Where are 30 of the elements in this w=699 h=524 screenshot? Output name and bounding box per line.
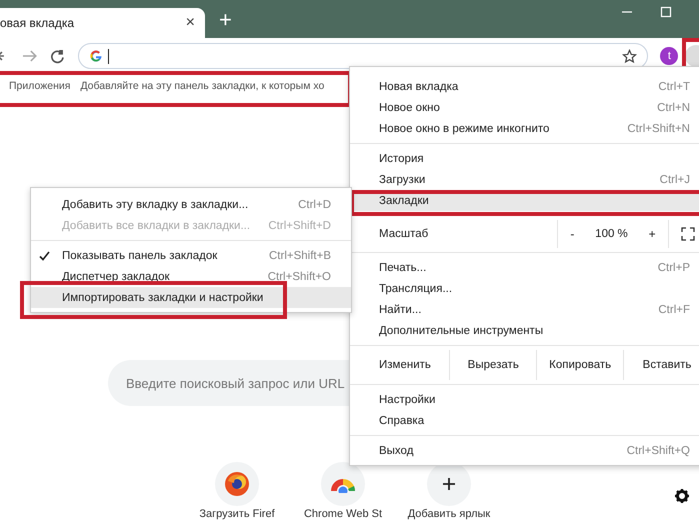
menu-item[interactable]: Выход Ctrl+Shift+Q [350, 440, 699, 461]
zoom-value: 100 % [595, 228, 628, 240]
close-icon[interactable]: × [186, 14, 195, 32]
zoom-in-button[interactable]: + [644, 227, 660, 241]
menu-item[interactable]: Справка [350, 410, 699, 431]
edit-button[interactable]: Вставить [623, 350, 699, 380]
menu-item[interactable]: Трансляция... [350, 278, 699, 299]
shortcut-label: Загрузить Firef [199, 508, 275, 520]
submenu-item[interactable]: Импортировать закладки и настройки [31, 287, 351, 308]
zoom-out-button[interactable]: - [566, 227, 578, 241]
shortcut-label: Chrome Web St [304, 508, 382, 520]
menu-item[interactable]: Найти... Ctrl+F [350, 299, 699, 320]
submenu-item[interactable]: Добавить эту вкладку в закладки... Ctrl+D [31, 194, 351, 215]
menu-item[interactable]: Новое окно в режиме инкогнито Ctrl+Shift+N [350, 118, 699, 139]
submenu-item[interactable]: Показывать панель закладок Ctrl+Shift+B [31, 245, 351, 266]
menu-item[interactable]: История [350, 148, 699, 169]
shortcut-label: Добавить ярлык [408, 508, 490, 520]
profile-avatar[interactable]: t [660, 47, 678, 65]
bookmark-bar-text[interactable]: Приложения [9, 80, 70, 92]
new-tab-button[interactable]: + [219, 8, 232, 32]
menu-item[interactable]: Дополнительные инструменты [350, 320, 699, 341]
bookmark-bar-text: Добавляйте на эту панель закладки, к которым хо [80, 80, 324, 92]
menu-item[interactable]: Новая вкладка Ctrl+T [350, 76, 699, 97]
edit-button[interactable]: Копировать [536, 350, 624, 380]
menu-item[interactable]: Загрузки Ctrl+J [350, 169, 699, 190]
zoom-label: Масштаб [379, 228, 430, 240]
menu-item[interactable]: Печать... Ctrl+P [350, 257, 699, 278]
menu-item[interactable]: Новое окно Ctrl+N [350, 97, 699, 118]
edit-button[interactable]: Вырезать [449, 350, 536, 380]
browser-tab[interactable]: овая вкладка × [0, 8, 205, 38]
